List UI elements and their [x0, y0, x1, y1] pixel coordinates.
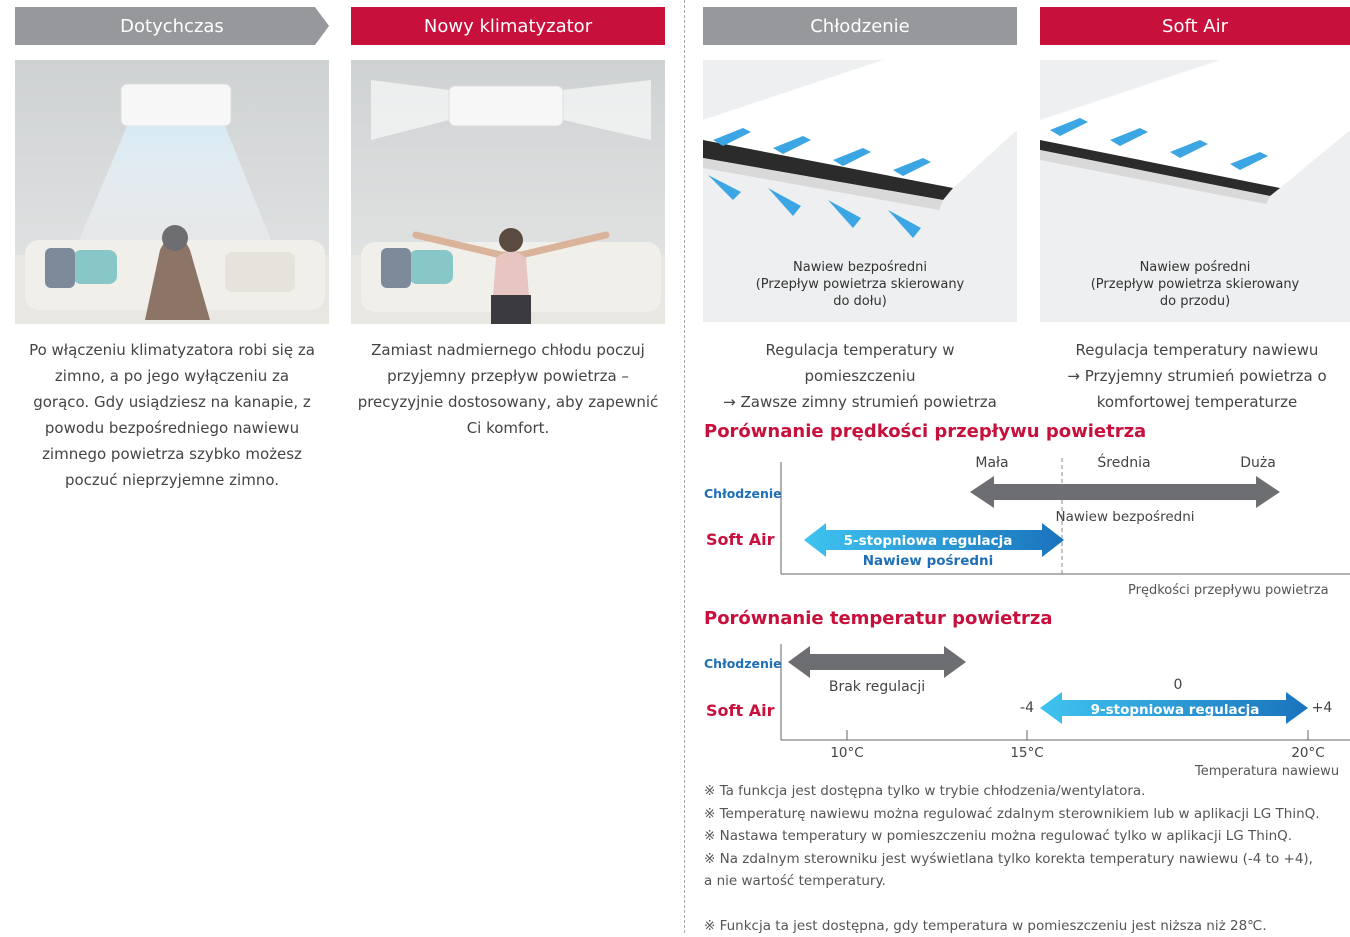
description-new-ac: Zamiast nadmiernego chłodu poczuj przyje… — [351, 337, 665, 441]
vertical-divider — [684, 0, 685, 933]
temp-soft-air-range-label: 9-stopniowa regulacja — [1091, 702, 1260, 718]
footnote-temperature: ※ Funkcja ta jest dostępna, gdy temperat… — [704, 915, 1350, 937]
caption-direct-title: Nawiew bezpośredni — [703, 259, 1017, 276]
caption-direct-line2: (Przepływ powietrza skierowany — [703, 276, 1017, 293]
speed-soft-air-sublabel: Nawiew pośredni — [863, 553, 994, 569]
temp-tick-10-label: 10°C — [830, 745, 863, 761]
temp-cooling-range-label: Brak regulacji — [829, 679, 925, 695]
temp-row-cooling-label: Chłodzenie — [704, 656, 782, 671]
header-cooling-label: Chłodzenie — [810, 16, 910, 37]
panel-direct-airflow: Nawiew bezpośredni (Przepływ powietrza s… — [703, 60, 1017, 322]
description-soft-air: Regulacja temperatury nawiewu → Przyjemn… — [1040, 337, 1350, 415]
caption-direct-line3: do dołu) — [703, 293, 1017, 310]
temp-tick-15-label: 15°C — [1010, 745, 1043, 761]
temperature-comparison-title: Porównanie temperatur powietrza — [704, 608, 1052, 629]
description-soft-air-line1: Regulacja temperatury nawiewu — [1040, 337, 1350, 363]
description-cooling-line2: pomieszczeniu — [703, 363, 1017, 389]
footnote-remote: ※ Temperaturę nawiewu można regulować zd… — [704, 803, 1350, 826]
temp-row-soft-air-label: Soft Air — [706, 701, 775, 720]
speed-level-mid: Średnia — [1097, 453, 1150, 471]
description-cooling: Regulacja temperatury w pomieszczeniu → … — [703, 337, 1017, 415]
description-soft-air-line2: → Przyjemny strumień powietrza o — [1040, 363, 1350, 389]
temp-minus-label: -4 — [1020, 700, 1034, 716]
photo-happy-person — [351, 60, 665, 324]
footnote-display-cont: a nie wartość temperatury. — [704, 870, 1350, 893]
speed-axis-label: Prędkości przepływu powietrza — [1128, 583, 1329, 598]
caption-indirect-title: Nawiew pośredni — [1040, 259, 1350, 276]
caption-direct-airflow: Nawiew bezpośredni (Przepływ powietrza s… — [703, 259, 1017, 310]
footnote-display: ※ Na zdalnym sterowniku jest wyświetlana… — [704, 848, 1350, 871]
description-soft-air-line3: komfortowej temperaturze — [1040, 389, 1350, 415]
speed-cooling-range-label: Nawiew bezpośredni — [1055, 509, 1194, 525]
description-cooling-line3: → Zawsze zimny strumień powietrza — [703, 389, 1017, 415]
speed-level-low: Mała — [975, 455, 1008, 471]
header-soft-air: Soft Air — [1040, 7, 1350, 45]
speed-comparison-chart: Chłodzenie Soft Air Mała Średnia Duża Na… — [700, 448, 1350, 603]
header-soft-air-label: Soft Air — [1162, 16, 1228, 37]
header-new-ac-label: Nowy klimatyzator — [424, 16, 592, 37]
temp-plus-label: +4 — [1312, 700, 1333, 716]
speed-level-high: Duża — [1240, 455, 1276, 471]
caption-indirect-line3: do przodu) — [1040, 293, 1350, 310]
temp-axis-label: Temperatura nawiewu — [1194, 764, 1339, 779]
temp-cooling-range-arrow — [788, 646, 966, 678]
footnote-mode: ※ Ta funkcja jest dostępna tylko w trybi… — [704, 780, 1350, 803]
temp-zero-label: 0 — [1174, 677, 1183, 693]
speed-comparison-title: Porównanie prędkości przepływu powietrza — [704, 421, 1146, 442]
description-before: Po włączeniu klimatyzatora robi się za z… — [26, 337, 318, 493]
caption-indirect-airflow: Nawiew pośredni (Przepływ powietrza skie… — [1040, 259, 1350, 310]
speed-soft-air-range-label: 5-stopniowa regulacja — [844, 533, 1013, 549]
footnotes: ※ Ta funkcja jest dostępna tylko w trybi… — [704, 780, 1350, 937]
header-before-label: Dotychczas — [120, 16, 224, 37]
speed-cooling-range-arrow — [970, 476, 1280, 508]
speed-row-cooling-label: Chłodzenie — [704, 486, 782, 501]
header-before: Dotychczas — [15, 7, 329, 45]
description-cooling-line1: Regulacja temperatury w — [703, 337, 1017, 363]
caption-indirect-line2: (Przepływ powietrza skierowany — [1040, 276, 1350, 293]
header-cooling: Chłodzenie — [703, 7, 1017, 45]
temperature-comparison-chart: Chłodzenie Soft Air Brak regulacji 0 -4 … — [700, 640, 1350, 780]
footnote-spacer — [704, 893, 1350, 915]
header-new-ac: Nowy klimatyzator — [351, 7, 665, 45]
panel-indirect-airflow: Nawiew pośredni (Przepływ powietrza skie… — [1040, 60, 1350, 322]
photo-cold-person — [15, 60, 329, 324]
speed-row-soft-air-label: Soft Air — [706, 530, 775, 549]
footnote-app: ※ Nastawa temperatury w pomieszczeniu mo… — [704, 825, 1350, 848]
temp-tick-20-label: 20°C — [1291, 745, 1324, 761]
